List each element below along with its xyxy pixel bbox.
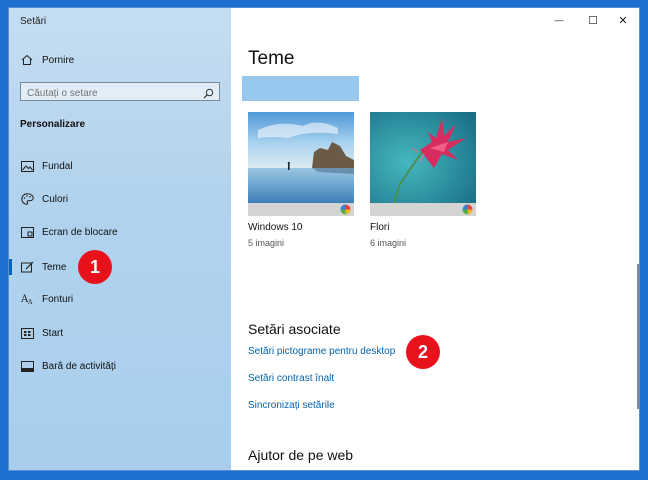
theme-tile-windows-10[interactable] [248, 112, 354, 216]
sidebar: Setări Pornire Personalizare Fundal [9, 8, 231, 470]
link-desktop-icon-settings[interactable]: Setări pictograme pentru desktop [248, 346, 395, 357]
sidebar-item-start[interactable]: Start [9, 320, 231, 346]
sidebar-item-label: Fundal [42, 160, 73, 172]
search-icon[interactable] [203, 86, 214, 104]
theme-tile-flori[interactable] [370, 112, 476, 216]
start-icon [20, 326, 34, 340]
close-icon: ✕ [618, 14, 628, 27]
search-box[interactable] [20, 82, 220, 104]
link-high-contrast-settings[interactable]: Setări contrast înalt [248, 373, 334, 384]
web-help-header: Ajutor de pe web [248, 447, 354, 463]
sidebar-item-label: Culori [42, 193, 69, 205]
svg-text:A: A [27, 299, 33, 305]
lock-screen-icon [20, 225, 34, 239]
link-sync-settings[interactable]: Sincronizați setările [248, 400, 335, 411]
search-input[interactable] [21, 85, 197, 102]
page-title: Teme [248, 48, 295, 69]
theme-name: Windows 10 [248, 222, 303, 233]
theme-strip [370, 203, 476, 216]
themes-icon [20, 260, 34, 274]
settings-window: Setări Pornire Personalizare Fundal [9, 8, 639, 470]
minimize-button[interactable]: — [543, 8, 575, 32]
sidebar-item-label: Ecran de blocare [42, 226, 118, 238]
sidebar-item-fundal[interactable]: Fundal [9, 153, 231, 179]
section-header: Personalizare [20, 119, 86, 130]
related-settings-header: Setări asociate [248, 321, 341, 337]
close-button[interactable]: ✕ [607, 8, 639, 32]
theme-name: Flori [370, 222, 390, 233]
sidebar-item-fonturi[interactable]: AA Fonturi [9, 286, 231, 312]
sidebar-item-culori[interactable]: Culori [9, 186, 231, 212]
sidebar-item-label: Pornire [42, 54, 75, 66]
app-title: Setări [20, 16, 47, 27]
color-wheel-icon [462, 204, 473, 215]
sidebar-item-ecran-de-blocare[interactable]: Ecran de blocare [9, 219, 231, 245]
theme-accent-preview [242, 76, 359, 101]
home-icon [20, 53, 34, 67]
annotation-badge-2: 2 [406, 335, 440, 369]
scrollbar[interactable] [637, 264, 639, 409]
color-wheel-icon [340, 204, 351, 215]
sidebar-item-teme[interactable]: Teme [9, 254, 231, 280]
theme-strip [248, 203, 354, 216]
taskbar-icon [20, 359, 34, 373]
sidebar-item-bara-de-activitati[interactable]: Bară de activități [9, 353, 231, 379]
palette-icon [20, 192, 34, 206]
flori-wallpaper [370, 112, 476, 204]
maximize-icon: ☐ [588, 14, 598, 27]
sidebar-item-label: Fonturi [42, 293, 74, 305]
theme-count: 6 imagini [370, 238, 407, 248]
theme-count: 5 imagini [248, 238, 285, 248]
sidebar-item-label: Teme [42, 261, 67, 273]
annotation-badge-1: 1 [78, 250, 112, 284]
image-icon [20, 159, 34, 173]
minimize-icon: — [554, 15, 564, 25]
sidebar-item-label: Start [42, 327, 64, 339]
maximize-button[interactable]: ☐ [577, 8, 609, 32]
windows-10-wallpaper [248, 112, 354, 203]
sidebar-item-label: Bară de activități [42, 360, 116, 372]
fonts-icon: AA [20, 292, 34, 306]
sidebar-item-home[interactable]: Pornire [9, 47, 231, 73]
